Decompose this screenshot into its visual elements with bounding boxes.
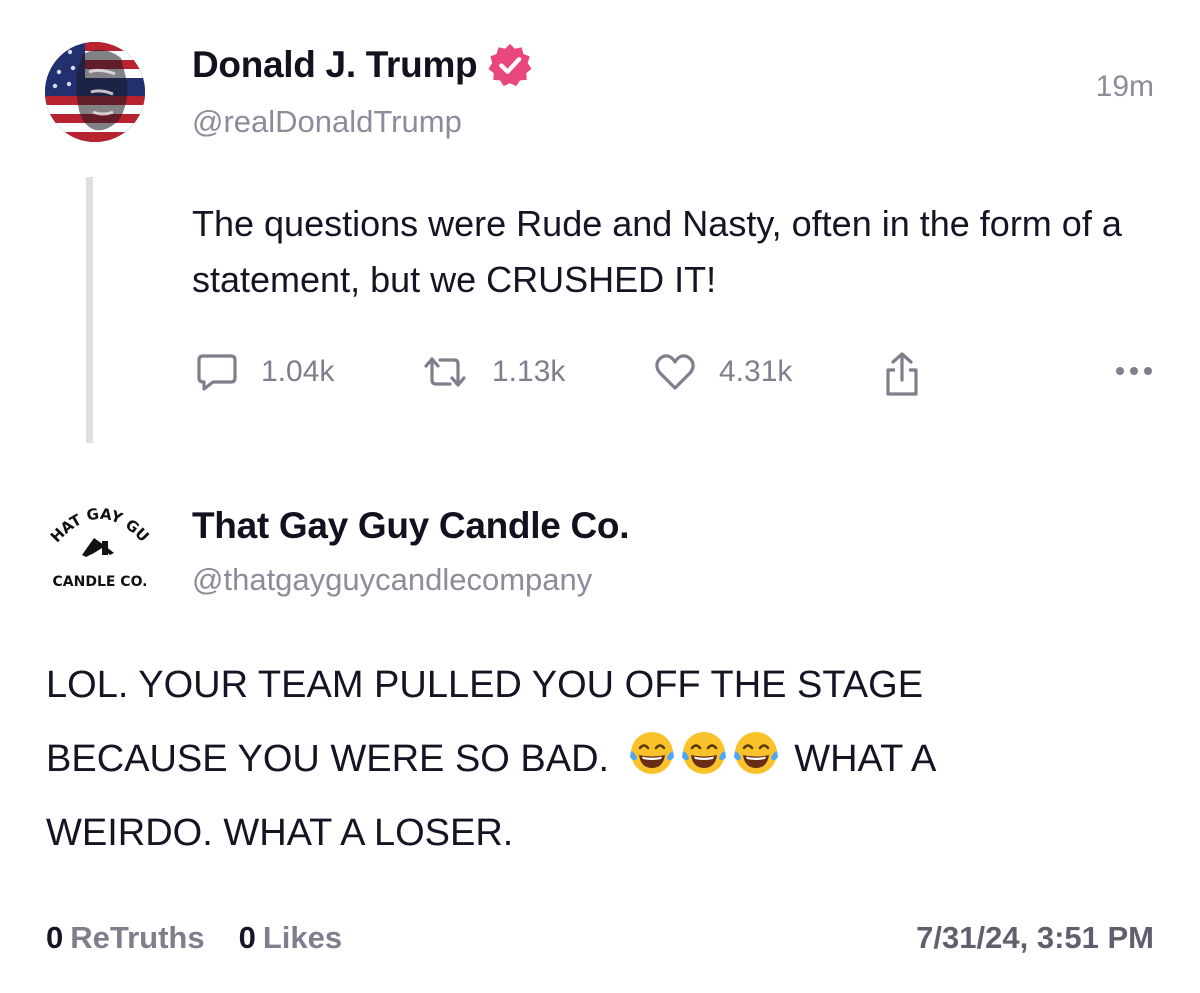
retruths-stat[interactable]: 0 ReTruths bbox=[46, 920, 205, 956]
more-dots-icon bbox=[1116, 367, 1152, 375]
avatar[interactable]: THAT GAY GUY CANDLE CO. bbox=[38, 481, 156, 595]
author-handle[interactable]: @realDonaldTrump bbox=[192, 104, 462, 140]
post-relative-time[interactable]: 19m bbox=[1096, 70, 1154, 104]
reply-count: 1.04k bbox=[261, 355, 335, 388]
flag-portrait-avatar bbox=[45, 42, 145, 142]
reply-stats: 0 ReTruths 0 Likes bbox=[46, 920, 342, 956]
post-body-text: The questions were Rude and Nasty, often… bbox=[192, 203, 1122, 300]
emoji-group: 😂 😂 😂 bbox=[628, 729, 780, 777]
author-name-row: Donald J. Trump bbox=[192, 42, 533, 88]
comment-icon bbox=[197, 354, 237, 391]
tears-of-joy-emoji-icon: 😂 bbox=[733, 732, 778, 774]
retruth-button[interactable]: 1.13k bbox=[420, 350, 565, 394]
candle-company-logo-icon: THAT GAY GUY CANDLE CO. bbox=[38, 481, 153, 590]
heart-icon bbox=[655, 354, 695, 390]
share-button[interactable] bbox=[880, 350, 924, 400]
logo-text-bottom: CANDLE CO. bbox=[53, 574, 148, 590]
tears-of-joy-emoji-icon: 😂 bbox=[629, 732, 674, 774]
retruths-count: 0 bbox=[46, 920, 64, 955]
likes-stat[interactable]: 0 Likes bbox=[239, 920, 343, 956]
share-icon bbox=[886, 352, 918, 396]
more-options-button[interactable] bbox=[1114, 364, 1154, 382]
repost-icon bbox=[424, 357, 466, 387]
likes-count: 0 bbox=[238, 920, 256, 955]
svg-text:THAT GAY GUY: THAT GAY GUY bbox=[44, 495, 153, 546]
tears-of-joy-emoji-icon: 😂 bbox=[681, 732, 726, 774]
thread-line bbox=[86, 177, 93, 443]
reply-text-part-1: LOL. YOUR TEAM PULLED YOU OFF THE STAGE … bbox=[46, 664, 924, 780]
verified-badge-icon bbox=[488, 43, 532, 87]
retruths-label: ReTruths bbox=[70, 920, 205, 955]
retruth-count: 1.13k bbox=[492, 355, 566, 388]
logo-text-top: THAT GAY GUY bbox=[38, 481, 153, 546]
reply-button[interactable]: 1.04k bbox=[195, 350, 334, 394]
reply-body-text: LOL. YOUR TEAM PULLED YOU OFF THE STAGE … bbox=[46, 648, 1046, 870]
reply-timestamp: 7/31/24, 3:51 PM bbox=[916, 920, 1154, 955]
author-handle[interactable]: @thatgayguycandlecompany bbox=[192, 562, 592, 598]
like-count: 4.31k bbox=[719, 355, 793, 388]
avatar[interactable] bbox=[45, 42, 145, 142]
like-button[interactable]: 4.31k bbox=[653, 350, 792, 394]
likes-label: Likes bbox=[262, 920, 343, 955]
author-display-name[interactable]: That Gay Guy Candle Co. bbox=[192, 505, 629, 547]
author-display-name[interactable]: Donald J. Trump bbox=[192, 44, 478, 86]
